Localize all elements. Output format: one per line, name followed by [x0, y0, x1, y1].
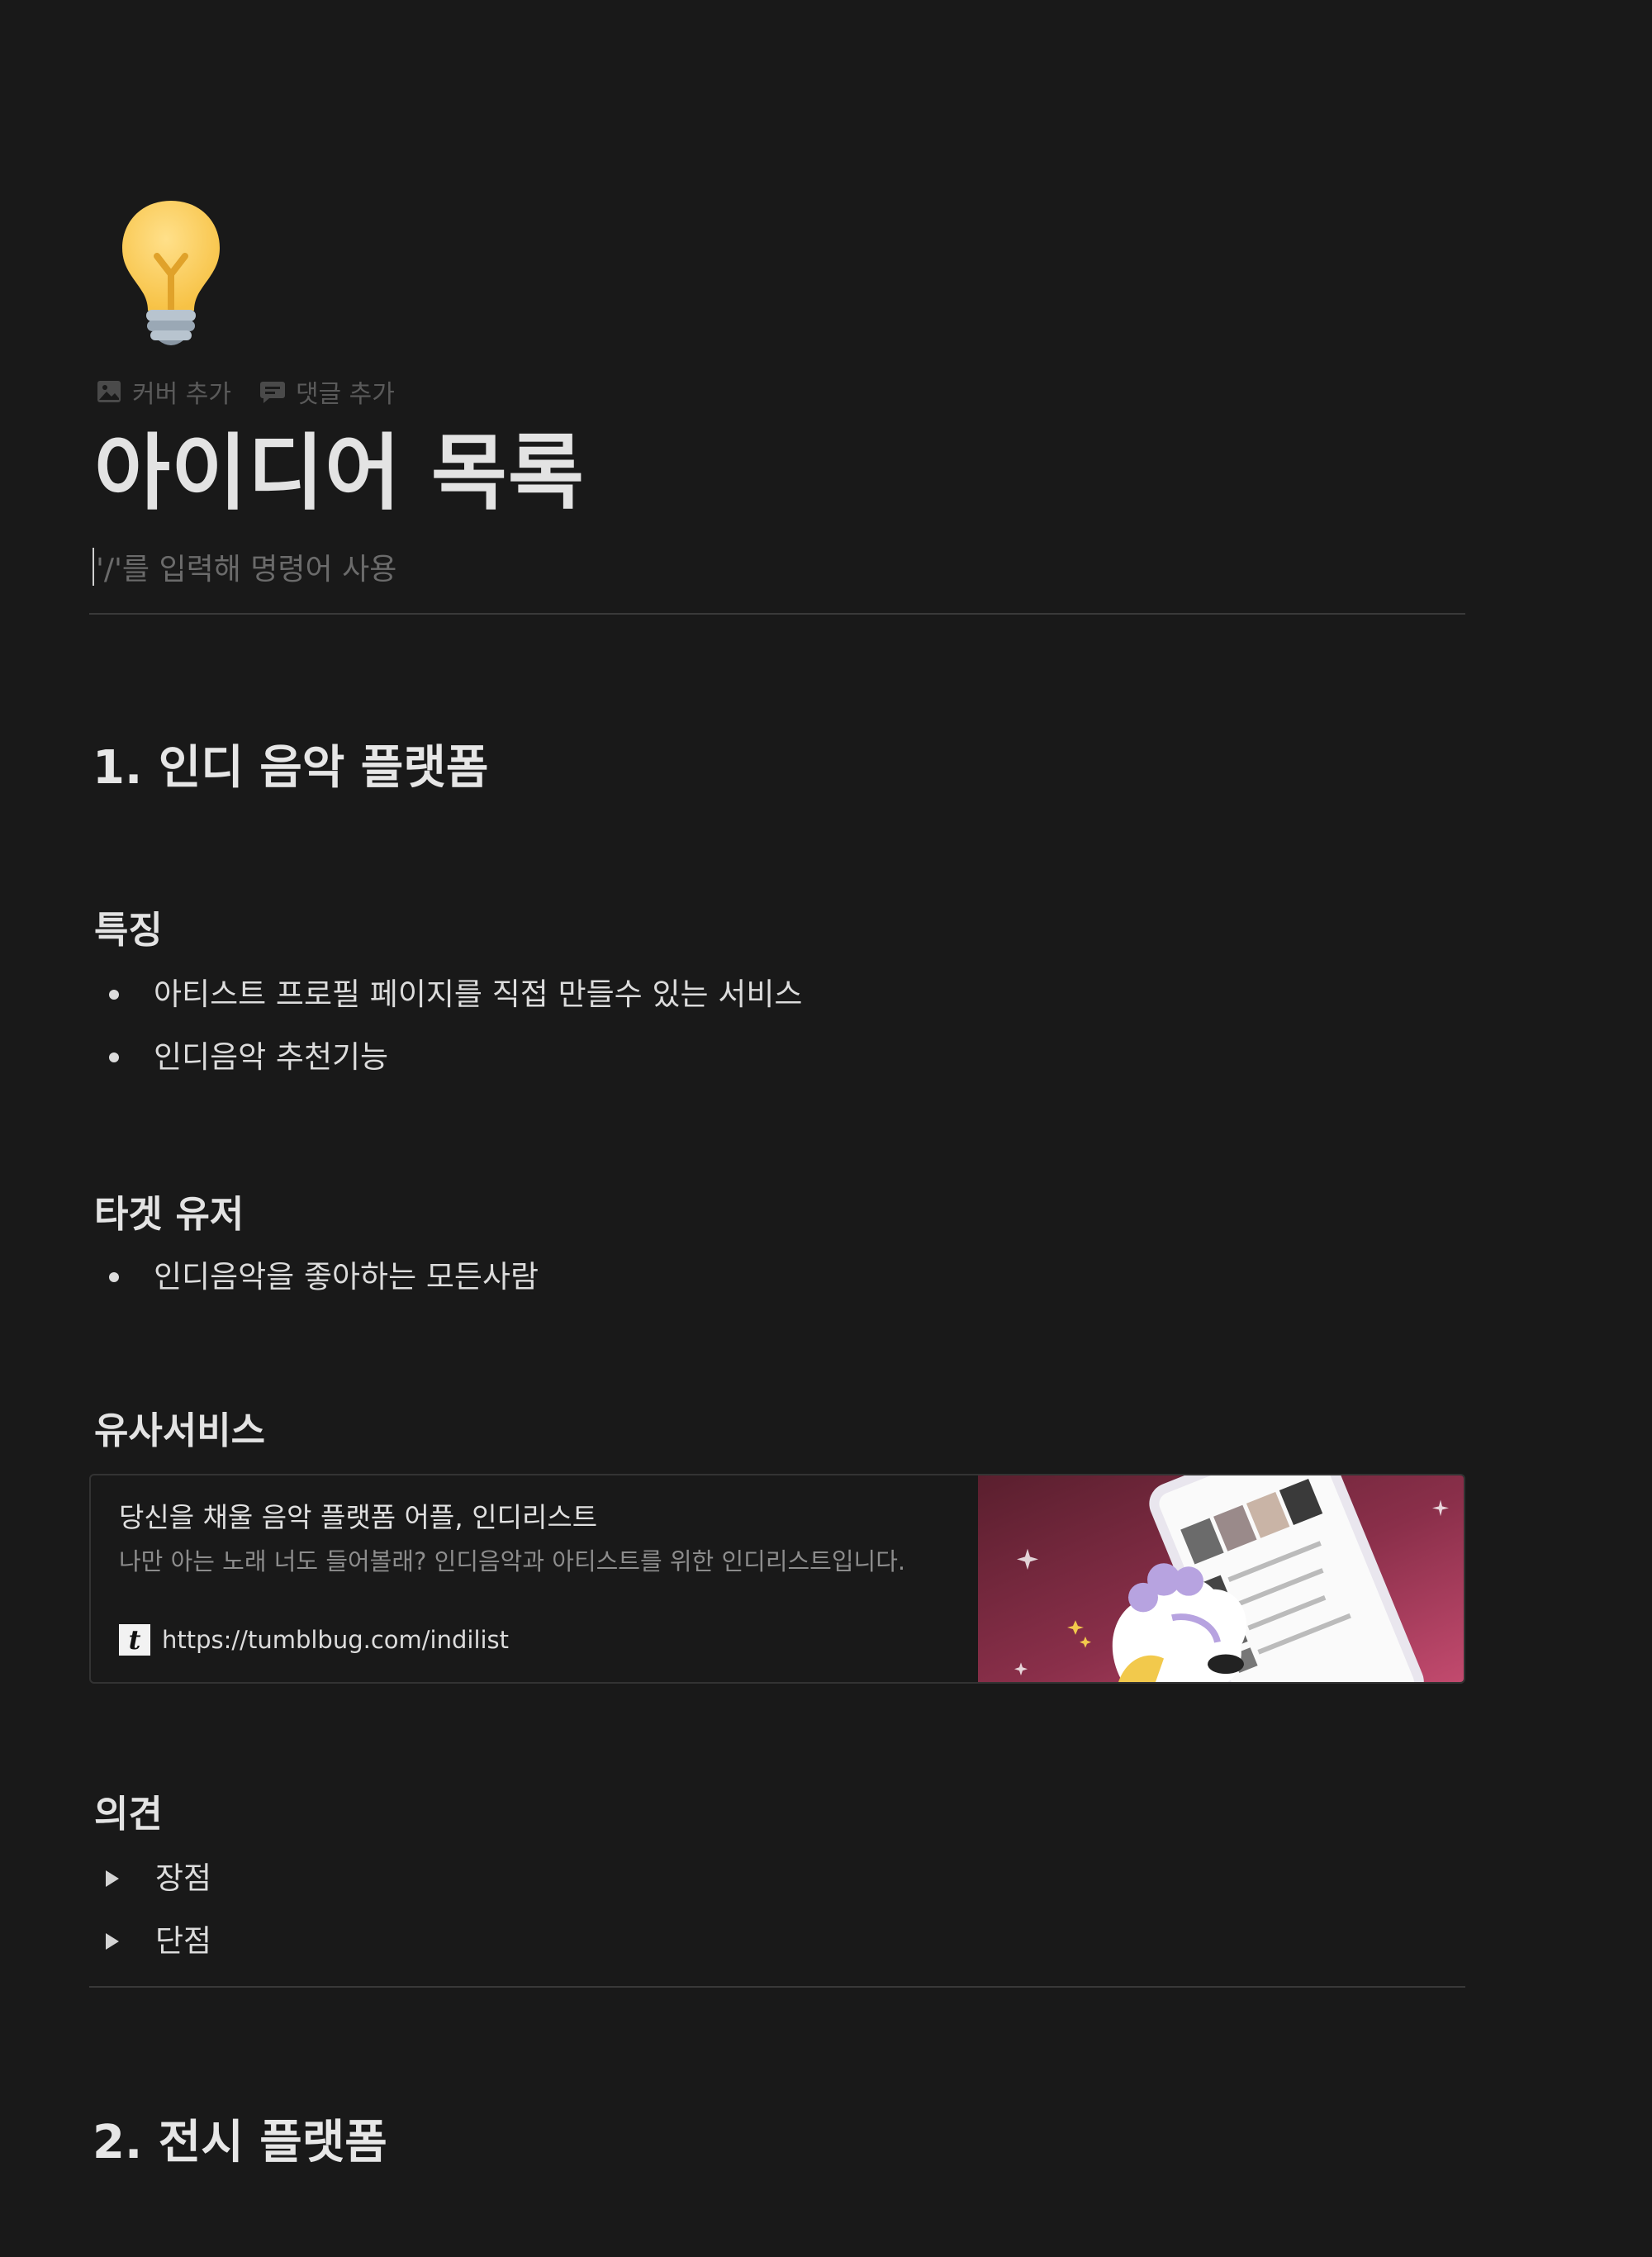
divider	[89, 613, 1465, 615]
toggle-triangle-icon[interactable]	[106, 1870, 119, 1887]
bullet-icon	[109, 1052, 119, 1062]
page-title[interactable]: 아이디어 목록	[94, 420, 585, 527]
placeholder-text: '/'를 입력해 명령어 사용	[96, 553, 397, 587]
toggle-block-cons[interactable]: 단점	[104, 1918, 211, 1965]
list-item[interactable]: 아티스트 프로필 페이지를 직접 만들수 있는 서비스	[107, 972, 802, 1018]
image-icon	[97, 381, 121, 402]
list-item[interactable]: 인디음악 추천기능	[107, 1034, 388, 1081]
notion-page: 커버 추가 댓글 추가 아이디어 목록 '/'를 입력해 명령어 사용 1. 인…	[0, 0, 1652, 2257]
page-controls: 커버 추가 댓글 추가	[96, 373, 395, 410]
add-comment-button[interactable]: 댓글 추가	[259, 373, 395, 410]
web-bookmark[interactable]: 당신을 채울 음악 플랫폼 어플, 인디리스트 나만 아는 노래 너도 들어볼래…	[89, 1474, 1465, 1684]
bookmark-text: 당신을 채울 음악 플랫폼 어플, 인디리스트 나만 아는 노래 너도 들어볼래…	[91, 1475, 978, 1682]
divider	[89, 1986, 1465, 1988]
add-cover-button[interactable]: 커버 추가	[96, 373, 231, 410]
bookmark-description: 나만 아는 노래 너도 들어볼래? 인디음악과 아티스트를 위한 인디리스트입니…	[119, 1547, 906, 1575]
bookmark-url-row: t https://tumblbug.com/indilist	[119, 1624, 509, 1656]
list-item-text: 인디음악 추천기능	[154, 1039, 389, 1075]
comment-icon	[259, 382, 285, 403]
lightbulb-icon[interactable]	[117, 197, 225, 349]
list-item[interactable]: 인디음악을 좋아하는 모든사람	[107, 1254, 539, 1300]
text-caret	[93, 548, 94, 586]
toggle-label: 단점	[155, 1923, 212, 1959]
opinion-heading[interactable]: 의견	[94, 1789, 163, 1839]
target-heading[interactable]: 타겟 유저	[94, 1190, 244, 1239]
empty-block-input[interactable]: '/'를 입력해 명령어 사용	[93, 545, 396, 588]
bullet-icon	[109, 990, 119, 1000]
add-cover-label: 커버 추가	[132, 380, 231, 409]
list-item-text: 인디음악을 좋아하는 모든사람	[154, 1259, 539, 1295]
toggle-block-pros[interactable]: 장점	[104, 1855, 211, 1902]
similar-services-heading[interactable]: 유사서비스	[94, 1406, 265, 1456]
bookmark-url: https://tumblbug.com/indilist	[162, 1626, 510, 1654]
toggle-label: 장점	[155, 1860, 212, 1896]
favicon-icon: t	[119, 1624, 150, 1656]
list-item-text: 아티스트 프로필 페이지를 직접 만들수 있는 서비스	[154, 976, 803, 1012]
bookmark-thumbnail	[978, 1475, 1464, 1682]
section-heading-1[interactable]: 1. 인디 음악 플랫폼	[93, 735, 488, 801]
section-heading-2[interactable]: 2. 전시 플랫폼	[93, 2110, 387, 2176]
features-heading[interactable]: 특징	[94, 905, 163, 955]
add-comment-label: 댓글 추가	[295, 380, 395, 409]
bullet-icon	[109, 1272, 119, 1282]
toggle-triangle-icon[interactable]	[106, 1933, 119, 1950]
bookmark-title: 당신을 채울 음악 플랫폼 어플, 인디리스트	[119, 1501, 598, 1533]
